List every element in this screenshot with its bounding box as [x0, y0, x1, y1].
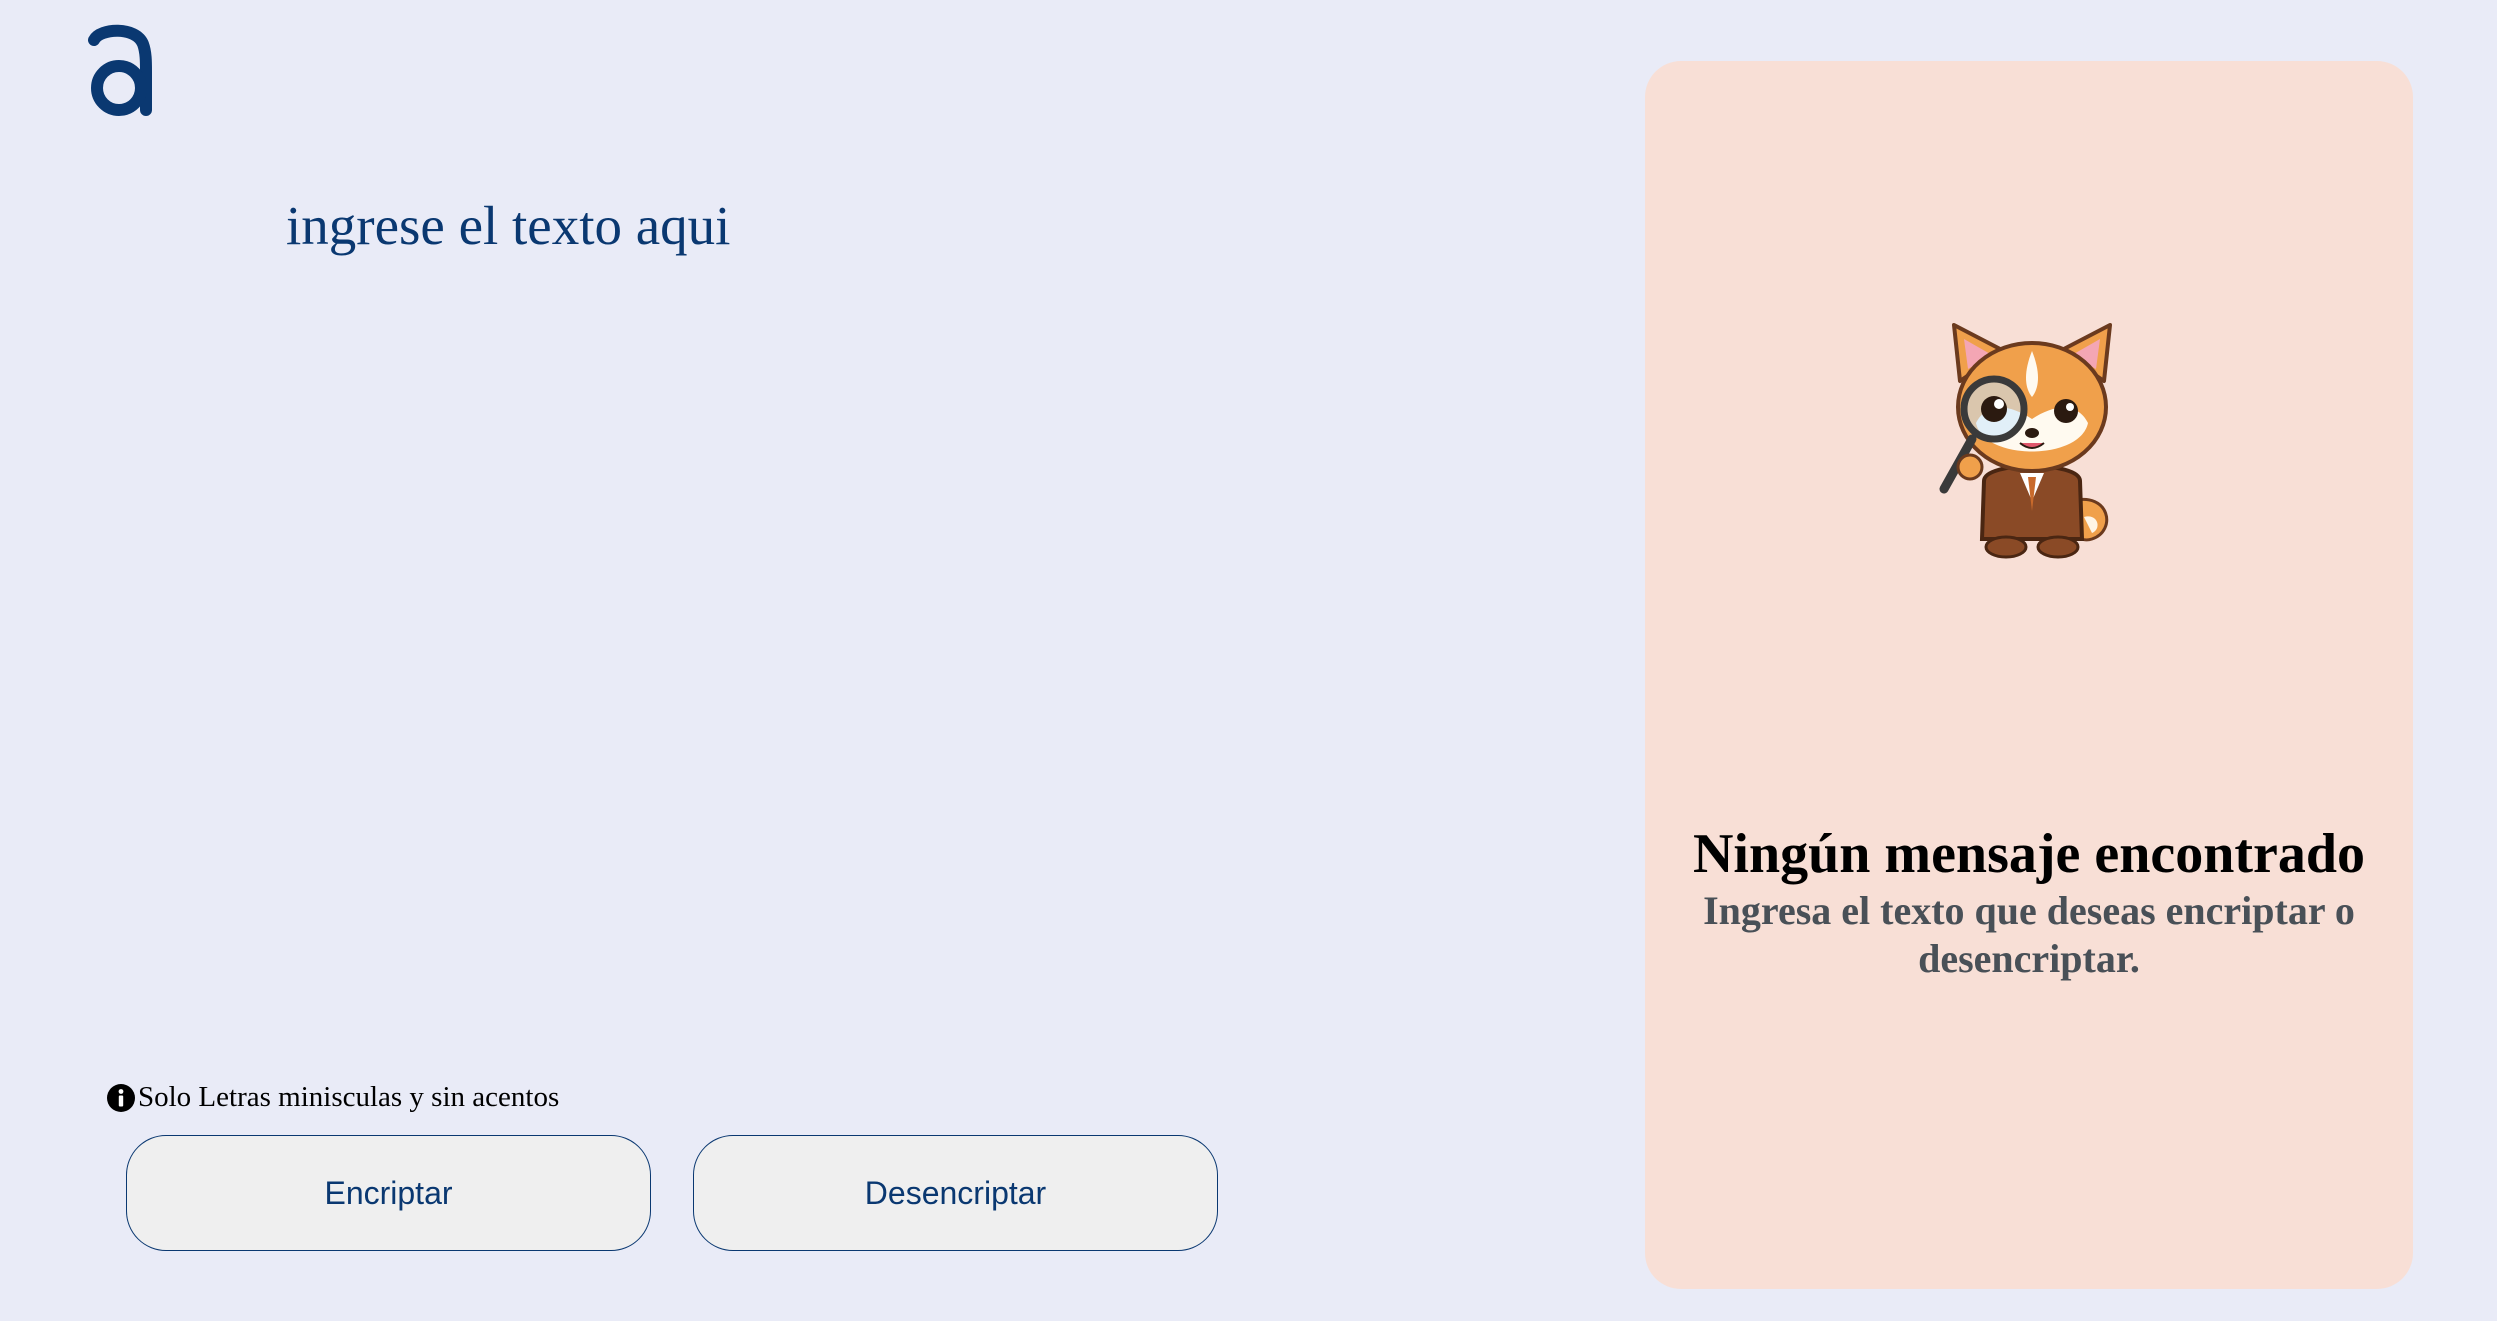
- output-panel: Ningún mensaje encontrado Ingresa el tex…: [1645, 61, 2413, 1289]
- hint-text: Solo Letras minisculas y sin acentos: [138, 1081, 560, 1113]
- encrypt-button[interactable]: Encriptar: [126, 1135, 651, 1251]
- info-circle-icon: [107, 1083, 135, 1112]
- empty-state-subtitle: Ingresa el texto que deseas encriptar o …: [1703, 888, 2355, 981]
- empty-state-title: Ningún mensaje encontrado: [1692, 823, 2366, 885]
- message-input[interactable]: [286, 190, 1586, 1010]
- detective-shiba-mascot-image: [1939, 323, 2112, 559]
- input-hint: Solo Letras minisculas y sin acentos: [106, 1081, 559, 1114]
- alura-logo-icon: [88, 24, 152, 116]
- decrypt-button[interactable]: Desencriptar: [693, 1135, 1218, 1251]
